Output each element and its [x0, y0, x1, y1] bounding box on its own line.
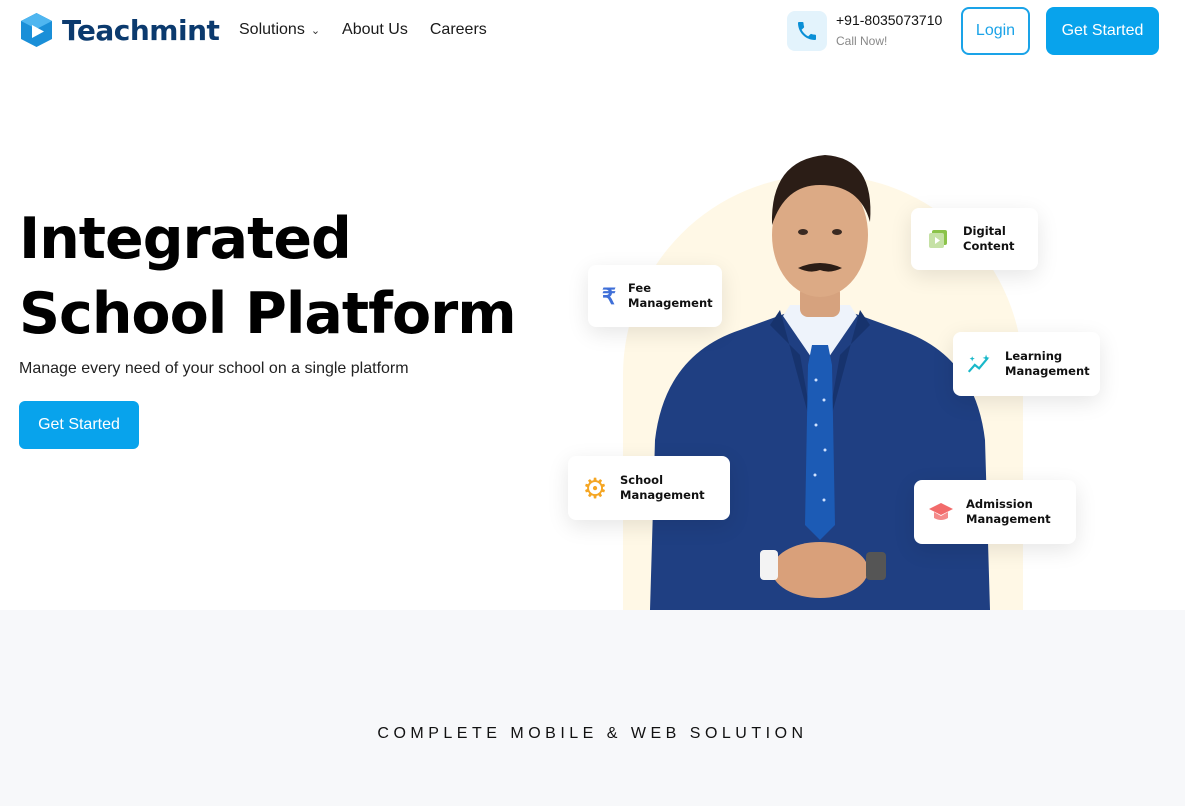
header-get-started-button[interactable]: Get Started: [1046, 7, 1159, 55]
feature-card-label: Admission Management: [966, 497, 1051, 526]
graduation-cap-icon: [928, 499, 954, 525]
feature-card-learning-management[interactable]: Learning Management: [953, 332, 1100, 396]
site-header: Teachmint Solutions ⌄ About Us Careers +…: [0, 0, 1185, 62]
nav-careers-label: Careers: [429, 21, 487, 38]
nav-about-us[interactable]: About Us: [342, 21, 408, 39]
feature-card-digital-content[interactable]: Digital Content: [911, 208, 1038, 270]
hero-get-started-button[interactable]: Get Started: [19, 401, 139, 449]
video-library-icon: [925, 226, 951, 252]
page: Teachmint Solutions ⌄ About Us Careers +…: [0, 0, 1185, 806]
sparkle-chart-icon: [967, 351, 993, 377]
nav-solutions[interactable]: Solutions ⌄: [239, 21, 320, 39]
brand-name: Teachmint: [62, 13, 220, 47]
feature-card-admission-management[interactable]: Admission Management: [914, 480, 1076, 544]
hero-subtitle: Manage every need of your school on a si…: [19, 360, 409, 377]
brand-logo[interactable]: Teachmint: [19, 12, 220, 48]
feature-card-fee-management[interactable]: ₹ Fee Management: [588, 265, 722, 327]
nav-careers[interactable]: Careers: [430, 21, 487, 39]
feature-card-school-management[interactable]: ⚙ School Management: [568, 456, 730, 520]
feature-card-label: Fee Management: [628, 281, 713, 310]
rupee-icon: ₹: [602, 283, 616, 309]
phone-icon: [787, 11, 827, 51]
main-nav: Solutions ⌄ About Us Careers: [239, 21, 487, 39]
chevron-down-icon: ⌄: [310, 24, 321, 37]
call-now-block[interactable]: +91-8035073710 Call Now!: [787, 11, 942, 51]
nav-solutions-label: Solutions: [239, 21, 305, 38]
feature-card-label: Digital Content: [963, 224, 1015, 253]
hero-title: Integrated School Platform: [19, 202, 517, 352]
feature-card-label: Learning Management: [1005, 349, 1090, 378]
call-now-label: Call Now!: [836, 34, 888, 48]
hero-title-line-1: Integrated: [19, 206, 352, 272]
hero-title-line-2: School Platform: [19, 281, 517, 347]
login-button[interactable]: Login: [961, 7, 1030, 55]
feature-card-label: School Management: [620, 473, 705, 502]
play-cube-icon: [21, 13, 52, 47]
phone-number: +91-8035073710: [836, 12, 943, 28]
gear-icon: ⚙: [582, 472, 608, 504]
solutions-section: [0, 610, 1185, 806]
nav-about-us-label: About Us: [342, 21, 408, 38]
section-heading: COMPLETE MOBILE & WEB SOLUTION: [377, 725, 808, 742]
